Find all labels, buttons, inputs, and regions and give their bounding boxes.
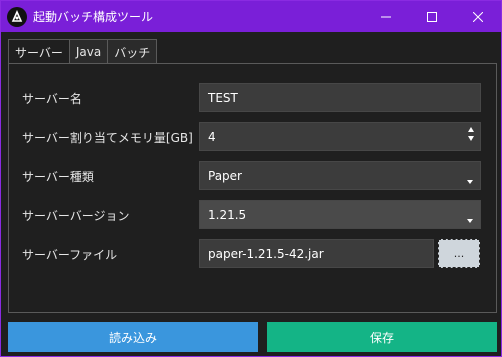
server-name-value: TEST xyxy=(208,90,238,105)
tab-bar: サーバー Java バッチ xyxy=(8,39,158,65)
minimize-icon xyxy=(381,16,391,17)
tab-java[interactable]: Java xyxy=(68,39,109,64)
server-settings-panel: サーバー名 TEST サーバー割り当てメモリ量[GB] 4 サーバー種類 Pap… xyxy=(8,63,497,313)
title-bar[interactable]: 起動バッチ構成ツール xyxy=(1,1,501,32)
save-button[interactable]: 保存 xyxy=(267,322,497,352)
tab-server[interactable]: サーバー xyxy=(8,39,70,65)
server-type-value: Paper xyxy=(208,168,242,183)
memory-label: サーバー割り当てメモリ量[GB] xyxy=(22,131,193,145)
maximize-button[interactable] xyxy=(409,1,455,32)
memory-value: 4 xyxy=(208,129,216,144)
server-type-select[interactable]: Paper xyxy=(199,161,481,190)
memory-spinbox[interactable]: 4 xyxy=(199,122,481,151)
window-controls xyxy=(363,1,501,32)
minimize-button[interactable] xyxy=(363,1,409,32)
app-logo-icon xyxy=(7,6,27,27)
server-name-label: サーバー名 xyxy=(22,92,82,106)
server-version-label: サーバーバージョン xyxy=(22,209,130,223)
window-title: 起動バッチ構成ツール xyxy=(33,10,154,24)
chevron-down-icon xyxy=(467,219,473,223)
chevron-down-icon xyxy=(467,180,473,184)
server-version-select[interactable]: 1.21.5 xyxy=(199,200,481,229)
spin-up-icon[interactable] xyxy=(468,127,474,132)
server-type-label: サーバー種類 xyxy=(22,170,94,184)
server-file-input[interactable]: paper-1.21.5-42.jar xyxy=(199,239,434,268)
app-window: 起動バッチ構成ツール サーバー Java バッチ サーバー名 TEST サーバー… xyxy=(0,0,502,357)
tab-batch[interactable]: バッチ xyxy=(107,39,158,64)
maximize-icon xyxy=(427,11,437,22)
server-name-input[interactable]: TEST xyxy=(199,83,481,112)
load-button[interactable]: 読み込み xyxy=(8,322,258,352)
close-button[interactable] xyxy=(455,1,501,32)
server-version-value: 1.21.5 xyxy=(208,207,247,222)
spin-down-icon[interactable] xyxy=(468,136,474,141)
spin-arrows[interactable] xyxy=(468,127,474,141)
close-icon xyxy=(473,11,483,22)
server-file-value: paper-1.21.5-42.jar xyxy=(208,246,324,261)
browse-file-button[interactable]: ... xyxy=(438,239,480,268)
server-file-label: サーバーファイル xyxy=(22,248,118,262)
